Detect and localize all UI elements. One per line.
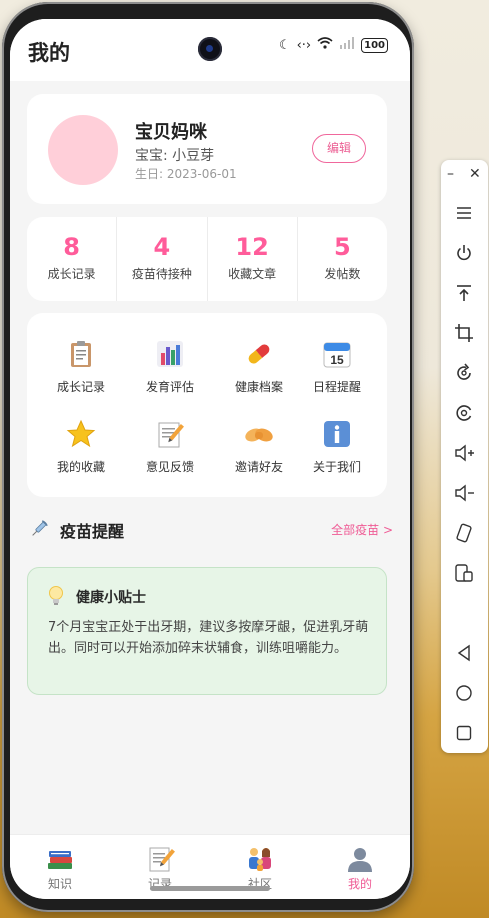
baby-birthday: 生日: 2023-06-01 [135,167,237,181]
stat-growth-records[interactable]: 8 成长记录 [27,217,118,301]
baby-name: 宝宝: 小豆芽 [135,148,215,164]
stat-pending-vaccines[interactable]: 4 疫苗待接种 [117,217,208,301]
light-bulb-icon [46,585,66,607]
info-icon [322,419,352,449]
edit-profile-button[interactable]: 编辑 [312,134,366,163]
handshake-icon [244,419,274,449]
clipboard-icon [66,339,96,369]
status-icons: ☾ ‹·› 100 [279,37,388,53]
signal-icon [339,37,355,53]
stat-label: 疫苗待接种 [131,267,192,281]
tab-mine[interactable]: 我的 [310,835,410,899]
feature-feedback[interactable]: 意见反馈 [126,419,214,489]
stat-value: 4 [153,233,171,261]
feature-label: 成长记录 [56,380,105,394]
home-icon[interactable] [453,682,475,704]
nfc-icon: ‹·› [296,37,312,53]
stat-saved-articles[interactable]: 12 收藏文章 [208,217,298,301]
bar-chart-icon [155,339,185,369]
calendar-icon: 15 [322,339,352,369]
home-indicator[interactable] [150,886,270,891]
feature-health-records[interactable]: 健康档案 [215,339,303,409]
page-title: 我的 [28,41,70,65]
feature-label: 关于我们 [312,460,361,474]
family-icon [245,845,275,873]
feature-about-us[interactable]: 关于我们 [293,419,381,489]
tab-label: 我的 [347,877,372,891]
record-icon[interactable] [453,402,475,424]
feature-label: 日程提醒 [312,380,361,394]
feature-label: 邀请好友 [234,460,283,474]
crop-icon[interactable] [453,322,475,344]
rotate-icon[interactable] [453,362,475,384]
pin-top-icon[interactable] [453,282,475,304]
feature-growth-records[interactable]: 成长记录 [37,339,125,409]
stat-value: 8 [63,233,80,261]
panel-window-controls: – ✕ [441,166,488,188]
battery-icon: 100 [361,37,388,53]
phone-frame: 我的 ☾ ‹·› 100 宝贝妈咪 宝宝: 小豆芽 生日: 2023-06-01… [2,2,414,912]
feature-label: 发育评估 [145,380,194,394]
star-icon [66,419,96,449]
screen-rotate-icon[interactable] [453,522,475,544]
close-icon[interactable]: ✕ [469,166,481,182]
memo-icon [145,845,175,873]
wifi-icon [317,37,333,53]
tip-title: 健康小贴士 [76,590,146,606]
volume-down-icon[interactable] [453,482,475,504]
svg-text:15: 15 [330,353,344,367]
stat-value: 5 [334,233,351,261]
avatar[interactable] [48,115,118,185]
menu-icon[interactable] [453,202,475,224]
recent-apps-icon[interactable] [453,722,475,744]
feature-label: 我的收藏 [56,460,105,474]
feature-label: 意见反馈 [145,460,194,474]
all-vaccines-link[interactable]: 全部疫苗 > [331,521,393,538]
vaccine-section-header: 疫苗提醒 全部疫苗 > [27,517,393,541]
status-bar: 我的 ☾ ‹·› 100 [10,19,410,81]
feature-grid: 成长记录 发育评估 健康档案 15 日程提醒 我的收藏 意见反馈 邀请好友 关于… [27,313,387,497]
screenshot-icon[interactable] [453,562,475,584]
pill-icon [244,339,274,369]
tab-label: 知识 [47,877,72,891]
feature-schedule-reminder[interactable]: 15 日程提醒 [293,339,381,409]
feature-invite-friends[interactable]: 邀请好友 [215,419,303,489]
stat-label: 成长记录 [47,267,96,281]
power-icon[interactable] [453,242,475,264]
stats-card: 8 成长记录 4 疫苗待接种 12 收藏文章 5 发帖数 [27,217,387,301]
minimize-icon[interactable]: – [447,166,454,182]
feature-development-assessment[interactable]: 发育评估 [126,339,214,409]
feature-favorites[interactable]: 我的收藏 [37,419,125,489]
stat-posts[interactable]: 5 发帖数 [298,217,387,301]
section-title: 疫苗提醒 [60,522,125,541]
health-tip-card: 健康小贴士 7个月宝宝正处于出牙期，建议多按摩牙龈，促进乳牙萌出。同时可以开始添… [27,567,387,695]
books-icon [45,845,75,873]
feature-label: 健康档案 [234,380,283,394]
stat-value: 12 [235,233,269,261]
back-icon[interactable] [453,642,475,664]
front-camera [198,37,222,61]
tab-knowledge[interactable]: 知识 [10,835,110,899]
volume-up-icon[interactable] [453,442,475,464]
syringe-icon [29,519,49,539]
moon-icon: ☾ [278,37,291,53]
stat-label: 收藏文章 [228,267,277,281]
tip-text: 7个月宝宝正处于出牙期，建议多按摩牙龈，促进乳牙萌出。同时可以开始添加碎末状辅食… [48,620,369,656]
profile-card[interactable]: 宝贝妈咪 宝宝: 小豆芽 生日: 2023-06-01 编辑 [27,94,387,204]
memo-icon [155,419,185,449]
emulator-control-panel: – ✕ [441,160,488,753]
stat-label: 发帖数 [324,267,361,281]
user-name: 宝贝妈咪 [135,122,207,143]
app-screen: 我的 ☾ ‹·› 100 宝贝妈咪 宝宝: 小豆芽 生日: 2023-06-01… [10,19,410,899]
user-icon [345,845,375,873]
